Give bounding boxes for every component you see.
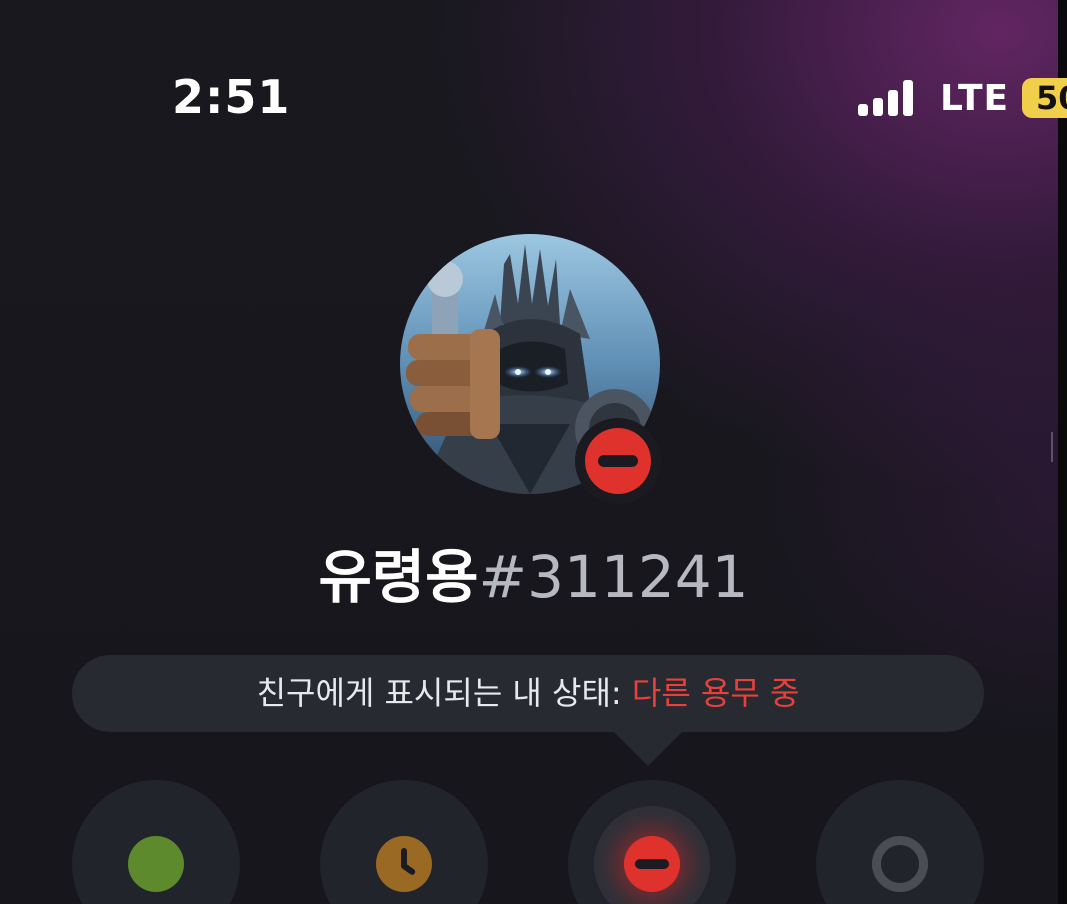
cellular-signal-icon: [858, 80, 918, 116]
current-status-tooltip: 친구에게 표시되는 내 상태: 다른 용무 중: [72, 655, 984, 732]
battery-indicator: 50: [1022, 78, 1067, 118]
user-discriminator: #311241: [478, 543, 749, 611]
tooltip-pointer: [612, 730, 684, 766]
network-type-label: LTE: [940, 78, 1010, 119]
username: 유령용: [318, 543, 479, 611]
invisible-ring-icon: [872, 836, 928, 892]
status-option-do-not-disturb[interactable]: [568, 780, 736, 904]
status-option-invisible[interactable]: [816, 780, 984, 904]
status-bar-time: 2:51: [172, 70, 291, 124]
edge-indicator: [1051, 432, 1057, 462]
tooltip-status-value: 다른 용무 중: [631, 674, 800, 712]
status-picker-screen: 2:51 LTE 50: [0, 0, 1067, 904]
do-not-disturb-icon: [585, 428, 651, 494]
screen-edge: [1058, 0, 1067, 904]
status-option-online[interactable]: [72, 780, 240, 904]
avatar-status-badge: [575, 418, 661, 504]
status-option-idle[interactable]: [320, 780, 488, 904]
username-display: 유령용#311241: [0, 530, 1067, 614]
idle-clock-icon: [376, 836, 432, 892]
tooltip-label: 친구에게 표시되는 내 상태:: [256, 674, 632, 712]
online-dot-icon: [128, 836, 184, 892]
do-not-disturb-icon: [624, 836, 680, 892]
